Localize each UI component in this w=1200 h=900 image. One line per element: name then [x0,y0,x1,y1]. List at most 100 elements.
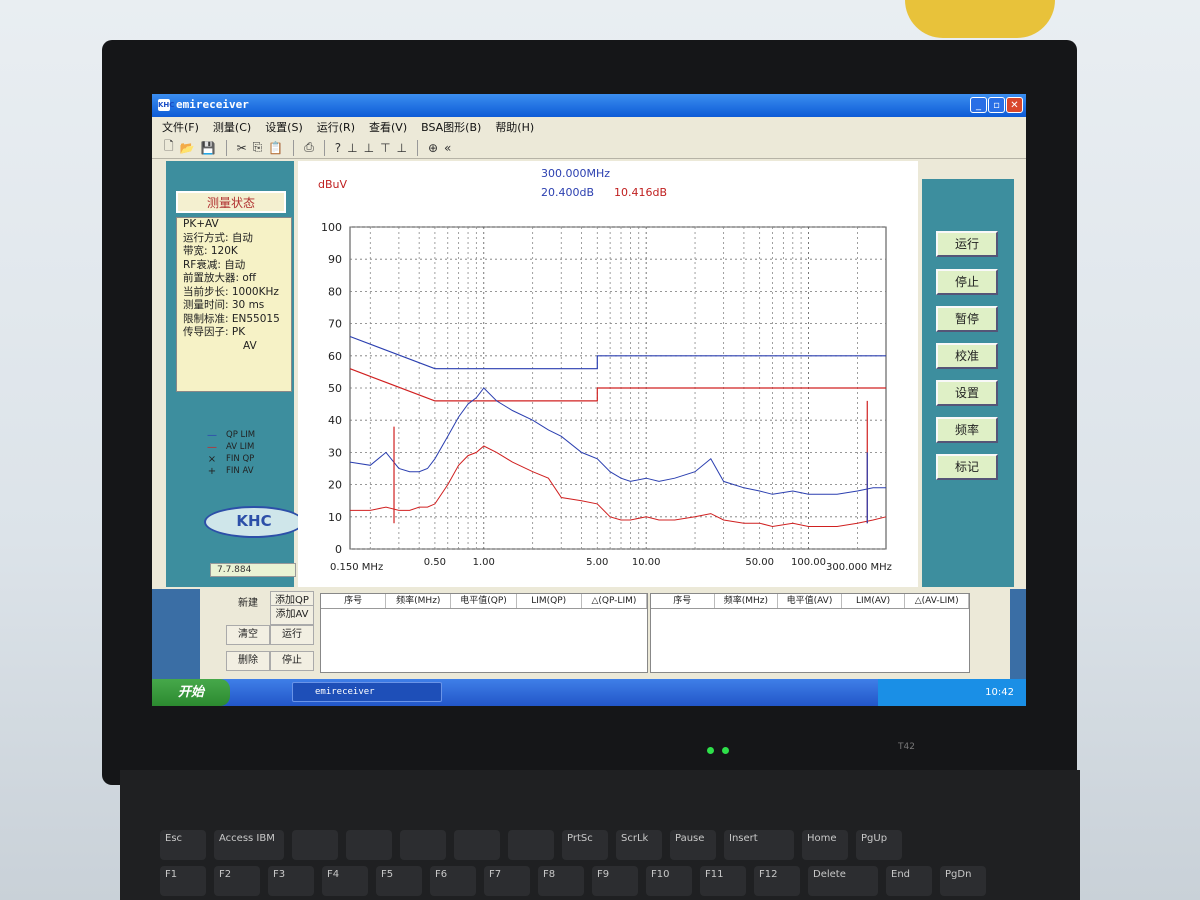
column-header: 序号 [321,594,387,608]
keyboard-key: F7 [484,866,530,896]
x-start-label: 0.150 MHz [330,562,383,573]
keyboard-key: F10 [646,866,692,896]
calibrate-button[interactable]: 校准 [936,343,998,369]
keyboard-key: Pause [670,830,716,860]
keyboard-row-top: Esc Access IBM PrtSc ScrLk Pause Insert Home Pg… [160,830,902,864]
legend-item: × FIN QP [204,453,255,465]
battery-led-icon [722,747,729,754]
level-line-3-icon[interactable]: ⊤ [380,141,390,155]
print-icon[interactable]: ⎙ [304,140,314,155]
clock: 10:42 [985,687,1014,698]
y-tick-label: 100 [321,221,342,234]
save-icon[interactable]: 💾 [201,141,216,155]
level-line-2-icon[interactable]: ⊥ [364,141,374,155]
qp-results-table[interactable]: 序号 频率(MHz) 电平值(QP) LIM(QP) △(QP-LIM) [320,593,648,673]
status-box: PK+AV 运行方式: 自动 带宽: 120K RF衰减: 自动 前置放大器: … [176,217,292,392]
level-line-1-icon[interactable]: ⊥ [347,141,357,155]
menu-bsa-graph[interactable]: BSA图形(B) [421,119,481,135]
keyboard-key: PgDn [940,866,986,896]
menu-run[interactable]: 运行(R) [317,119,355,135]
maximize-icon[interactable]: ▫ [988,97,1005,113]
back-icon[interactable]: « [444,141,451,155]
status-line: 限制标准: EN55015 [183,312,280,325]
run-button[interactable]: 运行 [936,231,998,257]
y-tick-label: 30 [328,446,342,459]
legend-marker: × [207,453,217,465]
y-tick-label: 80 [328,285,342,298]
table-header: 序号 频率(MHz) 电平值(QP) LIM(QP) △(QP-LIM) [321,594,648,609]
column-header: LIM(AV) [842,594,906,608]
bezel-model-label: T42 [898,742,915,752]
keyboard-key: Delete [808,866,878,896]
keyboard-key: F9 [592,866,638,896]
version-field: 7.7.884 [210,563,296,577]
taskbar-app-item[interactable]: emireceiver [292,682,442,702]
stop-op-button[interactable]: 停止 [270,651,314,671]
system-tray: 10:42 [878,679,1026,706]
legend-marker: — [207,429,217,441]
y-tick-label: 70 [328,318,342,331]
status-title: 测量状态 [176,191,286,213]
run-op-button[interactable]: 运行 [270,625,314,645]
legend-label: AV LIM [226,442,255,452]
add-av-button[interactable]: 添加AV [270,605,314,625]
keyboard-key: F11 [700,866,746,896]
paste-icon[interactable]: 📋 [268,141,283,155]
results-panel: 新建 添加QP 添加AV 清空 运行 删除 停止 序号 频率(MHz) 电平值(… [200,589,1010,679]
new-file-icon[interactable]: 🗋 [164,137,174,158]
keyboard-key: F6 [430,866,476,896]
status-line: RF衰减: 自动 [183,258,246,271]
delete-button[interactable]: 删除 [226,651,270,671]
settings-button[interactable]: 设置 [936,380,998,406]
keyboard-key: PgUp [856,830,902,860]
app-logo-icon: KHC [158,99,175,111]
y-tick-label: 20 [328,479,342,492]
power-led-icon [707,747,714,754]
keyboard-key [400,830,446,860]
column-header: 频率(MHz) [386,594,452,608]
marker-button[interactable]: 标记 [936,454,998,480]
menu-bar: 文件(F) 测量(C) 设置(S) 运行(R) 查看(V) BSA图形(B) 帮… [152,117,1026,137]
x-tick-label: 1.00 [473,557,495,568]
menu-measure[interactable]: 测量(C) [213,119,251,135]
minimize-icon[interactable]: _ [970,97,987,113]
marker-av-value: 10.416dB [614,186,667,199]
stop-button[interactable]: 停止 [936,269,998,295]
x-tick-label: 10.00 [632,557,661,568]
keyboard-key: End [886,866,932,896]
legend-item: + FIN AV [204,465,255,477]
menu-view[interactable]: 查看(V) [369,119,407,135]
new-label[interactable]: 新建 [226,595,270,615]
legend-marker: — [207,441,217,453]
y-axis-label: dBuV [318,178,348,191]
frequency-button[interactable]: 频率 [936,417,998,443]
keyboard-key: F1 [160,866,206,896]
zoom-icon[interactable]: ⊕ [428,141,438,155]
copy-icon[interactable]: ⎘ [253,140,263,155]
legend-label: FIN AV [226,466,254,476]
keyboard-key: Home [802,830,848,860]
level-line-4-icon[interactable]: ⊥ [397,141,407,155]
toolbar-divider [323,139,325,156]
close-icon[interactable]: ✕ [1006,97,1023,113]
keyboard-key: F2 [214,866,260,896]
column-header: LIM(QP) [517,594,582,608]
x-tick-label: 0.50 [424,557,446,568]
clear-button[interactable]: 清空 [226,625,270,645]
menu-help[interactable]: 帮助(H) [495,119,534,135]
screen: KHC emireceiver _ ▫ ✕ 文件(F) 测量(C) 设置(S) … [152,94,1026,706]
open-folder-icon[interactable]: 📂 [180,141,195,155]
keyboard-key: Access IBM [214,830,284,860]
menu-settings[interactable]: 设置(S) [265,119,303,135]
status-line: PK+AV [183,218,219,230]
legend-item: — AV LIM [204,441,255,453]
start-button[interactable]: 开始 [152,679,230,706]
window-titlebar[interactable]: KHC emireceiver _ ▫ ✕ [152,94,1026,117]
help-icon[interactable]: ? [335,141,341,155]
cut-icon[interactable]: ✂ [237,141,247,155]
menu-file[interactable]: 文件(F) [162,119,199,135]
pause-button[interactable]: 暂停 [936,306,998,332]
av-results-table[interactable]: 序号 频率(MHz) 电平值(AV) LIM(AV) △(AV-LIM) [650,593,970,673]
keyboard-key: Insert [724,830,794,860]
y-tick-label: 60 [328,350,342,363]
